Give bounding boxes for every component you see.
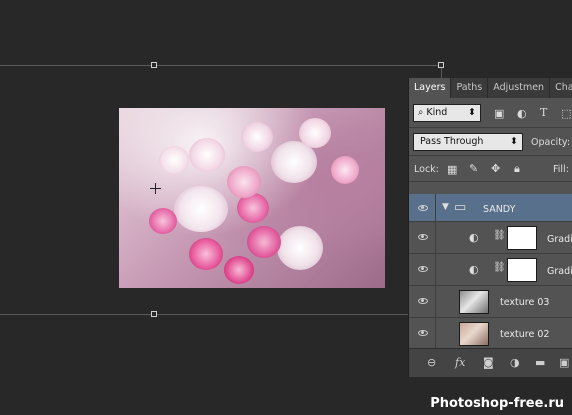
layer-gradient-1[interactable]: ◐ ⛓ Gradi xyxy=(409,222,572,254)
new-layer-icon[interactable]: ▣ xyxy=(559,356,569,369)
layer-name: texture 03 xyxy=(500,297,550,308)
blend-mode-dropdown[interactable]: Pass Through ⬍ xyxy=(413,133,523,151)
filter-adjustment-icon[interactable]: ◐ xyxy=(517,108,527,119)
layer-mask-thumbnail[interactable] xyxy=(507,226,537,250)
chain-link-icon[interactable]: ⛓ xyxy=(493,263,506,273)
filter-pixel-icon[interactable]: ▣ xyxy=(494,108,504,119)
rose-bouquet-photo[interactable] xyxy=(119,108,385,288)
layer-divider xyxy=(435,222,436,253)
lock-row: Lock: ▦ ✎ ✥ 🔒︎ Fill: xyxy=(409,156,572,182)
layer-gradient-2[interactable]: ◐ ⛓ Gradi xyxy=(409,254,572,286)
lock-label: Lock: xyxy=(414,164,439,175)
lock-image-icon[interactable]: ✎ xyxy=(469,163,478,174)
fx-icon[interactable]: fx xyxy=(455,356,465,369)
watermark: Photoshop-free.ru xyxy=(430,396,564,411)
transform-reference-point[interactable] xyxy=(150,183,161,194)
filter-type-icon[interactable]: T xyxy=(540,107,547,118)
lock-position-icon[interactable]: ✥ xyxy=(491,163,500,174)
layer-group-sandy[interactable]: ▼ ▭ SANDY xyxy=(409,194,572,222)
filter-row: ⌕ Kind ⬍ ▣ ◐ T ⬚ xyxy=(409,98,572,128)
tab-paths[interactable]: Paths xyxy=(451,78,489,98)
opacity-label: Opacity: xyxy=(531,137,571,148)
layer-divider xyxy=(435,318,436,349)
chain-link-icon[interactable]: ⛓ xyxy=(493,231,506,241)
fill-label: Fill: xyxy=(553,164,569,175)
layer-divider xyxy=(435,286,436,317)
layer-thumbnail[interactable] xyxy=(459,322,489,346)
lock-all-icon[interactable]: 🔒︎ xyxy=(514,163,520,174)
expand-arrow-icon[interactable]: ▼ xyxy=(442,203,449,212)
layer-name: SANDY xyxy=(483,204,516,215)
layer-divider xyxy=(435,254,436,285)
adjustment-layer-icon: ◐ xyxy=(469,231,479,244)
blend-row: Pass Through ⬍ Opacity: xyxy=(409,128,572,156)
visibility-eye-icon[interactable] xyxy=(418,234,428,240)
panel-tabs: Layers Paths Adjustmen Chan xyxy=(409,78,572,98)
visibility-eye-icon[interactable] xyxy=(418,266,428,272)
transform-handle-top-right[interactable] xyxy=(438,62,444,68)
folder-icon: ▭ xyxy=(454,200,467,215)
mask-icon[interactable]: ◙ xyxy=(483,356,494,369)
layers-panel: Layers Paths Adjustmen Chan ⌕ Kind ⬍ ▣ ◐… xyxy=(408,78,572,377)
filter-kind-label: Kind xyxy=(426,107,448,118)
transform-handle-bottom[interactable] xyxy=(151,311,157,317)
layer-name: Gradi xyxy=(547,234,572,245)
visibility-eye-icon[interactable] xyxy=(418,298,428,304)
visibility-eye-icon[interactable] xyxy=(418,330,428,336)
layer-divider xyxy=(435,194,436,221)
adjustment-layer-icon: ◐ xyxy=(469,263,479,276)
dropdown-arrow-icon: ⬍ xyxy=(510,136,518,147)
layer-mask-thumbnail[interactable] xyxy=(507,258,537,282)
adjustment-icon[interactable]: ◑ xyxy=(510,356,520,369)
lock-transparent-icon[interactable]: ▦ xyxy=(447,164,457,175)
tab-channels[interactable]: Chan xyxy=(550,78,572,98)
layer-thumbnail[interactable] xyxy=(459,290,489,314)
tab-adjustments[interactable]: Adjustmen xyxy=(488,78,551,98)
layers-panel-footer: ⊖ fx ◙ ◑ ▬ ▣ xyxy=(409,348,572,377)
layer-name: Gradi xyxy=(547,266,572,277)
layer-name: texture 02 xyxy=(500,329,550,340)
transform-handle-top[interactable] xyxy=(151,62,157,68)
link-icon[interactable]: ⊖ xyxy=(427,356,436,369)
visibility-eye-icon[interactable] xyxy=(418,205,428,211)
transform-top-edge xyxy=(0,65,442,66)
filter-shape-icon[interactable]: ⬚ xyxy=(561,108,571,119)
blend-mode-value: Pass Through xyxy=(420,136,484,147)
transform-bottom-edge xyxy=(0,314,408,315)
filter-kind-dropdown[interactable]: ⌕ Kind ⬍ xyxy=(413,104,481,122)
layer-texture-02[interactable]: texture 02 xyxy=(409,318,572,350)
dropdown-arrow-icon: ⬍ xyxy=(468,107,476,118)
tab-layers[interactable]: Layers xyxy=(409,78,452,98)
folder-icon[interactable]: ▬ xyxy=(535,356,545,369)
layer-texture-03[interactable]: texture 03 xyxy=(409,286,572,318)
